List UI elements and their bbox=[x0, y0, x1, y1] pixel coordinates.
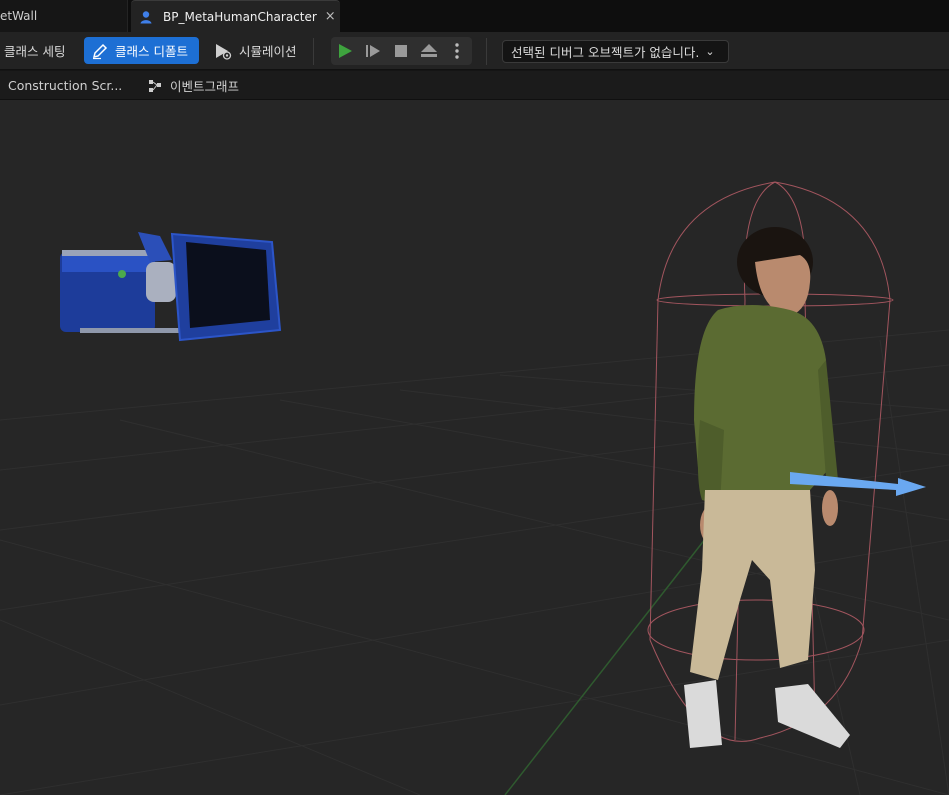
tab-event-graph[interactable]: 이벤트그래프 bbox=[148, 71, 239, 100]
viewport-grid bbox=[0, 181, 949, 795]
graph-tab-bar: Construction Scr... 이벤트그래프 bbox=[0, 71, 949, 100]
eject-button[interactable] bbox=[415, 37, 443, 65]
play-icon bbox=[339, 44, 352, 58]
toolbar-divider bbox=[313, 38, 314, 65]
more-options-button[interactable] bbox=[443, 37, 471, 65]
play-button[interactable] bbox=[331, 37, 359, 65]
event-graph-label: 이벤트그래프 bbox=[170, 79, 240, 94]
class-defaults-button[interactable]: 클래스 디폴트 bbox=[84, 37, 199, 64]
simulation-button[interactable]: 시뮬레이션 bbox=[213, 37, 297, 64]
graph-nodes-icon bbox=[149, 79, 161, 92]
class-settings-button[interactable]: 클래스 세팅 bbox=[4, 37, 65, 64]
class-defaults-label: 클래스 디폴트 bbox=[115, 44, 188, 59]
edit-pencil-icon bbox=[92, 43, 108, 59]
chevron-down-icon: ⌄ bbox=[705, 45, 715, 58]
debug-object-label: 선택된 디버그 오브젝트가 없습니다. bbox=[511, 45, 700, 60]
tab-active-label: BP_MetaHumanCharacter bbox=[163, 9, 317, 24]
blueprint-toolbar: 클래스 세팅 클래스 디폴트 시뮬레이션 선택된 디버그 오브젝트가 없습니다.… bbox=[0, 32, 949, 70]
construction-script-label: Construction Scr... bbox=[8, 78, 123, 93]
simulation-play-icon bbox=[216, 43, 232, 60]
play-controls bbox=[331, 37, 472, 65]
advance-frame-icon bbox=[366, 45, 380, 57]
document-tab-bar: etWall BP_MetaHumanCharacter × bbox=[0, 0, 949, 32]
stop-icon bbox=[395, 45, 407, 57]
tab-previous-asset[interactable]: etWall bbox=[0, 0, 128, 32]
simulation-label: 시뮬레이션 bbox=[239, 44, 297, 59]
tab-previous-label: etWall bbox=[0, 9, 38, 23]
viewport-3d[interactable] bbox=[0, 100, 949, 795]
class-settings-label: 클래스 세팅 bbox=[4, 44, 66, 59]
close-tab-icon[interactable]: × bbox=[325, 9, 336, 24]
tab-construction-script[interactable]: Construction Scr... bbox=[8, 71, 122, 100]
advance-frame-button[interactable] bbox=[359, 37, 387, 65]
eject-icon bbox=[421, 44, 437, 57]
camera-component bbox=[60, 232, 282, 342]
forward-arrow bbox=[790, 472, 926, 496]
toolbar-divider bbox=[486, 38, 487, 65]
character-icon bbox=[139, 10, 153, 24]
stop-button[interactable] bbox=[387, 37, 415, 65]
debug-object-dropdown[interactable]: 선택된 디버그 오브젝트가 없습니다. ⌄ bbox=[502, 40, 729, 63]
more-vertical-icon bbox=[455, 43, 459, 59]
tab-bp-metahuman-character[interactable]: BP_MetaHumanCharacter × bbox=[131, 0, 340, 32]
